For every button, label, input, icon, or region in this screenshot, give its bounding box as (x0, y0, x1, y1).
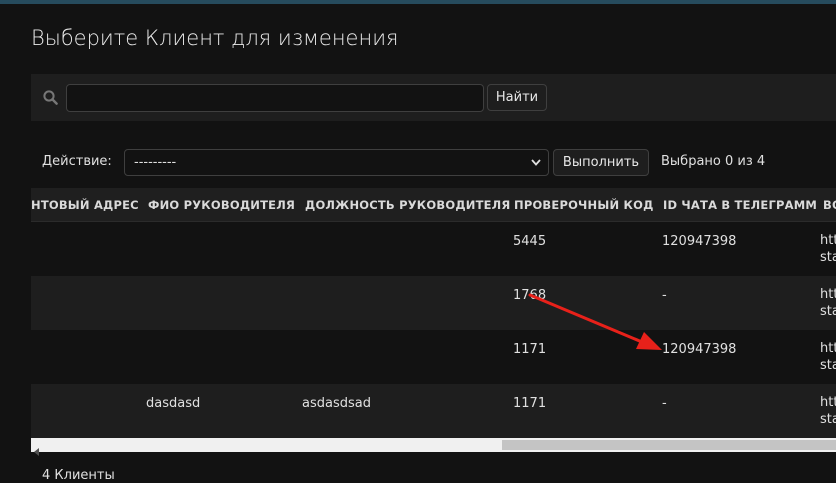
link-cell-line-2: sta (820, 412, 836, 427)
column-header-head-position[interactable]: ДОЛЖНОСТЬ РУКОВОДИТЕЛЯ (305, 198, 511, 212)
link-cell-line-1: htt (820, 341, 836, 356)
table-row[interactable]: 1768 - htt sta (31, 276, 836, 331)
link-cell-line-1: htt (820, 233, 836, 248)
search-icon (43, 90, 58, 109)
link-cell-line-2: sta (820, 250, 836, 265)
check-code-cell: 1768 (513, 288, 547, 303)
column-header-address[interactable]: НТОВЫЙ АДРЕС (31, 198, 139, 212)
scrollbar-thumb[interactable] (502, 440, 836, 450)
link-cell[interactable]: htt sta (820, 232, 836, 266)
search-input[interactable] (66, 84, 484, 112)
check-code-cell: 5445 (513, 234, 547, 249)
chat-id-cell: - (662, 288, 667, 303)
link-cell-line-2: sta (820, 304, 836, 319)
column-header-head-name[interactable]: ФИО РУКОВОДИТЕЛЯ (148, 198, 295, 212)
link-cell-line-2: sta (820, 358, 836, 373)
action-label: Действие: (42, 154, 112, 169)
chat-id-cell: 120947398 (662, 342, 737, 357)
page-title: Выберите Клиент для изменения (31, 26, 399, 50)
head-name-cell: dasdasd (146, 396, 201, 411)
results-table: НТОВЫЙ АДРЕС ФИО РУКОВОДИТЕЛЯ ДОЛЖНОСТЬ … (31, 188, 836, 438)
table-row[interactable]: dasdasd asdasdsad 1171 - htt sta (31, 384, 836, 438)
link-cell-line-1: htt (820, 395, 836, 410)
column-header-clipped[interactable]: ВО (823, 198, 836, 212)
column-header-check-code[interactable]: ПРОВЕРОЧНЫЙ КОД (514, 198, 654, 212)
result-count: 4 Клиенты (42, 468, 115, 483)
table-header: НТОВЫЙ АДРЕС ФИО РУКОВОДИТЕЛЯ ДОЛЖНОСТЬ … (31, 188, 836, 222)
check-code-cell: 1171 (513, 342, 547, 357)
scroll-left-arrow-icon[interactable] (34, 441, 40, 460)
link-cell[interactable]: htt sta (820, 286, 836, 320)
action-select-value: --------- (134, 155, 177, 170)
link-cell[interactable]: htt sta (820, 340, 836, 374)
chevron-down-icon (530, 156, 542, 172)
selection-counter: Выбрано 0 из 4 (661, 154, 766, 169)
link-cell[interactable]: htt sta (820, 394, 836, 428)
action-select[interactable]: --------- (124, 149, 549, 176)
top-header-strip (0, 0, 836, 4)
table-row[interactable]: 1171 120947398 htt sta (31, 330, 836, 385)
column-header-telegram-chat-id[interactable]: ID ЧАТА В ТЕЛЕГРАММ (663, 198, 817, 212)
table-row[interactable]: 5445 120947398 htt sta (31, 222, 836, 277)
search-toolbar: Найти (31, 74, 836, 121)
head-position-cell: asdasdsad (302, 396, 371, 411)
search-button[interactable]: Найти (487, 84, 547, 111)
chat-id-cell: - (662, 396, 667, 411)
horizontal-scrollbar[interactable] (31, 438, 836, 456)
link-cell-line-1: htt (820, 287, 836, 302)
run-action-button[interactable]: Выполнить (553, 149, 649, 176)
check-code-cell: 1171 (513, 396, 547, 411)
chat-id-cell: 120947398 (662, 234, 737, 249)
